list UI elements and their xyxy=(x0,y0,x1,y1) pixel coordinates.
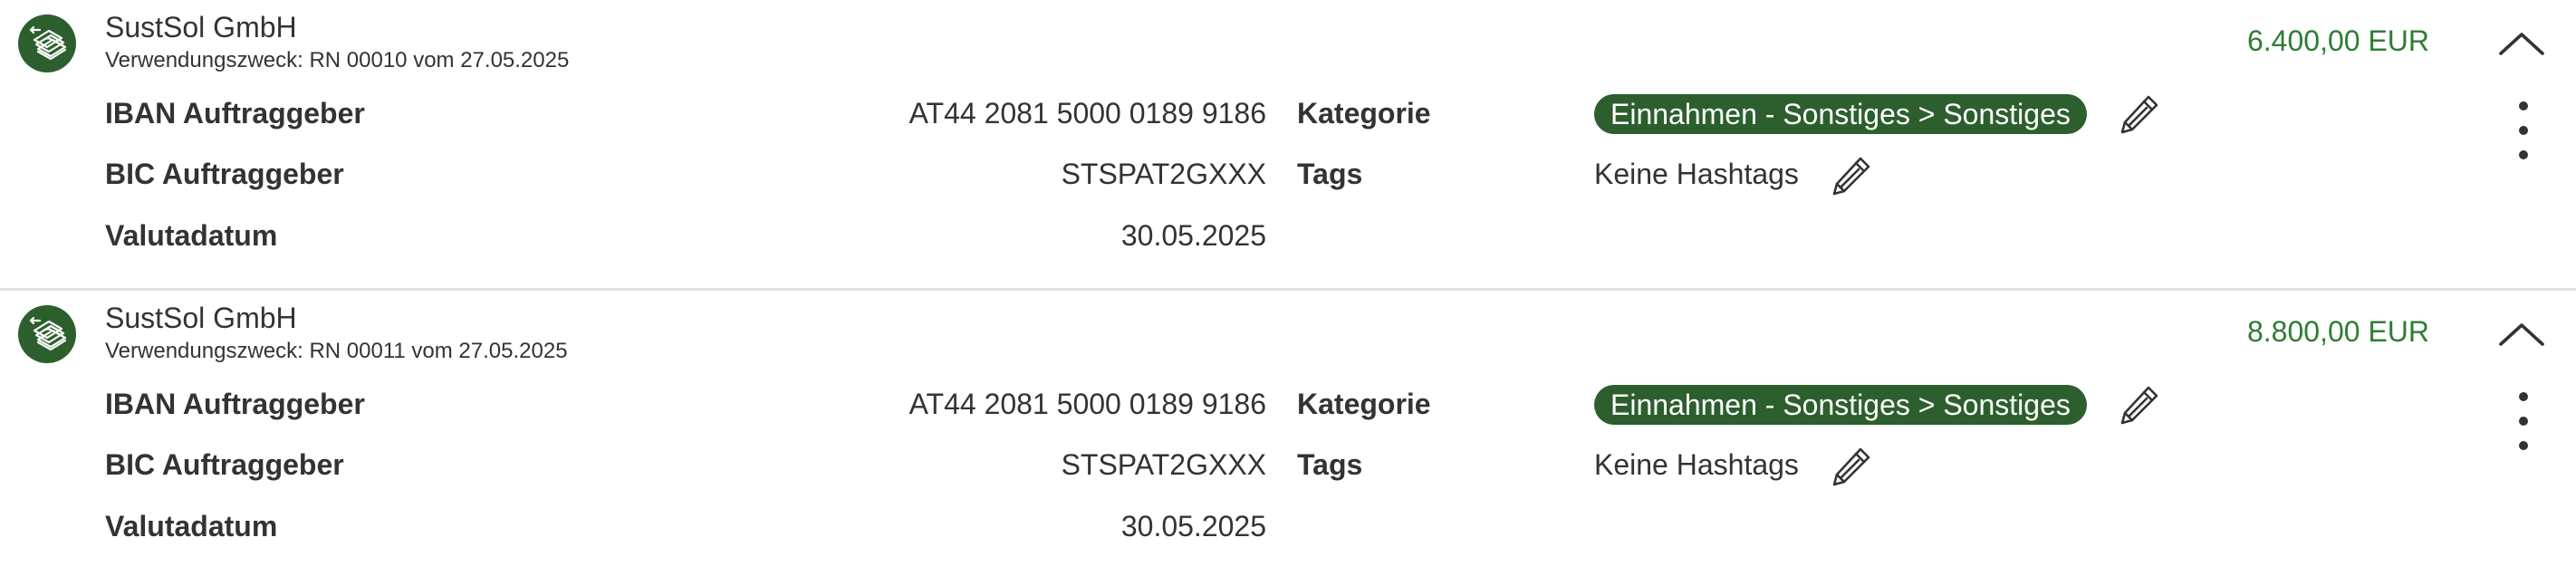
iban-value: AT44 2081 5000 0189 9186 xyxy=(908,97,1266,130)
iban-label: IBAN Auftraggeber xyxy=(105,97,365,130)
bic-label: BIC Auftraggeber xyxy=(105,158,344,190)
bic-label: BIC Auftraggeber xyxy=(105,448,344,481)
value-date: 30.05.2025 xyxy=(1120,219,1266,252)
transaction-amount: 8.800,00 EUR xyxy=(2246,315,2429,348)
tags-value: Keine Hashtags xyxy=(1594,448,1799,481)
edit-tags-button[interactable] xyxy=(1828,152,1875,199)
more-vertical-icon[interactable] xyxy=(2504,392,2543,450)
collapse-button[interactable] xyxy=(2494,24,2549,63)
payment-purpose: Verwendungszweck: RN 00010 vom 27.05.202… xyxy=(105,48,570,72)
payer-name: SustSol GmbH xyxy=(105,302,297,334)
incoming-money-icon xyxy=(18,305,76,363)
payer-name: SustSol GmbH xyxy=(105,11,297,43)
menu-dot xyxy=(2519,392,2528,401)
pencil-icon xyxy=(2120,386,2158,425)
tags-label: Tags xyxy=(1297,158,1363,190)
menu-dot xyxy=(2519,417,2528,426)
iban-value: AT44 2081 5000 0189 9186 xyxy=(908,388,1266,420)
menu-dot xyxy=(2519,441,2528,450)
tags-label: Tags xyxy=(1297,448,1363,481)
category-label: Kategorie xyxy=(1297,388,1431,420)
chevron-up-icon xyxy=(2499,323,2544,346)
bic-value: STSPAT2GXXX xyxy=(1061,448,1266,481)
transaction-row[interactable]: SustSol GmbH Verwendungszweck: RN 00010 … xyxy=(0,0,2576,288)
category-badge[interactable]: Einnahmen - Sonstiges > Sonstiges xyxy=(1594,94,2087,134)
edit-category-button[interactable] xyxy=(2116,91,2163,138)
collapse-button[interactable] xyxy=(2494,314,2549,354)
edit-category-button[interactable] xyxy=(2116,381,2163,428)
transaction-row[interactable]: SustSol GmbH Verwendungszweck: RN 00011 … xyxy=(0,288,2576,576)
chevron-up-icon xyxy=(2499,33,2544,55)
value-date-label: Valutadatum xyxy=(105,219,278,252)
menu-dot xyxy=(2519,126,2528,135)
menu-dot xyxy=(2519,101,2528,110)
payment-purpose: Verwendungszweck: RN 00011 vom 27.05.202… xyxy=(105,339,568,363)
iban-label: IBAN Auftraggeber xyxy=(105,388,365,420)
edit-tags-button[interactable] xyxy=(1828,443,1875,490)
category-label: Kategorie xyxy=(1297,97,1431,130)
pencil-icon xyxy=(2120,95,2158,134)
pencil-icon xyxy=(1832,157,1870,196)
bic-value: STSPAT2GXXX xyxy=(1061,158,1266,190)
menu-dot xyxy=(2519,150,2528,159)
transaction-amount: 6.400,00 EUR xyxy=(2246,24,2429,57)
incoming-money-icon xyxy=(18,14,76,72)
more-vertical-icon[interactable] xyxy=(2504,101,2543,159)
value-date: 30.05.2025 xyxy=(1120,510,1266,542)
tags-value: Keine Hashtags xyxy=(1594,158,1799,190)
pencil-icon xyxy=(1832,447,1870,486)
value-date-label: Valutadatum xyxy=(105,510,278,542)
category-badge[interactable]: Einnahmen - Sonstiges > Sonstiges xyxy=(1594,385,2087,425)
